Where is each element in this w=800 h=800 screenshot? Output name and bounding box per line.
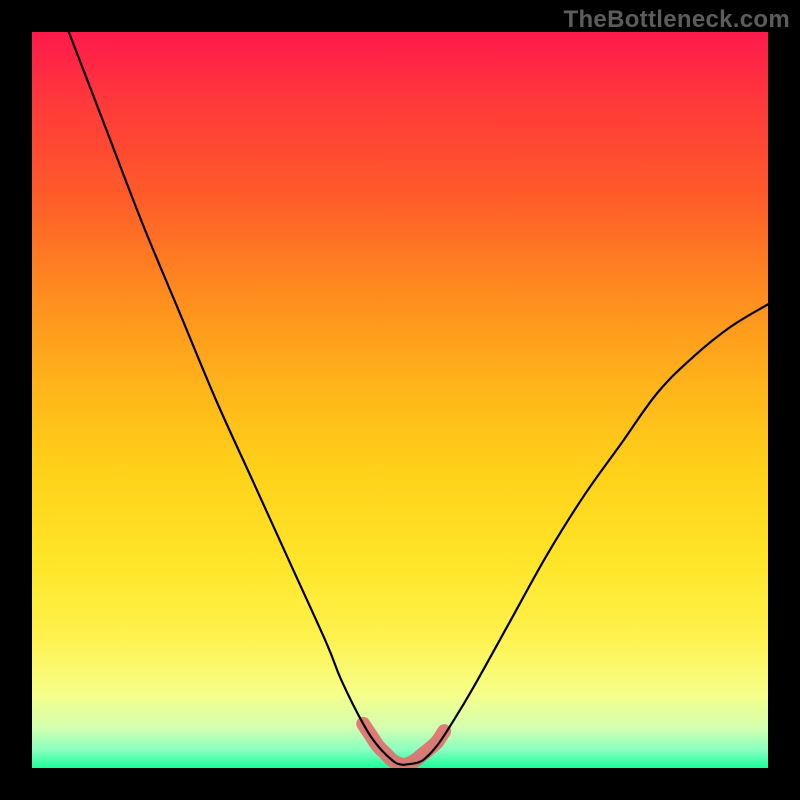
- plot-area: [32, 32, 768, 768]
- chart-frame: TheBottleneck.com: [0, 0, 800, 800]
- bottleneck-chart: [32, 32, 768, 768]
- watermark-text: TheBottleneck.com: [564, 6, 790, 34]
- gradient-background: [32, 32, 768, 768]
